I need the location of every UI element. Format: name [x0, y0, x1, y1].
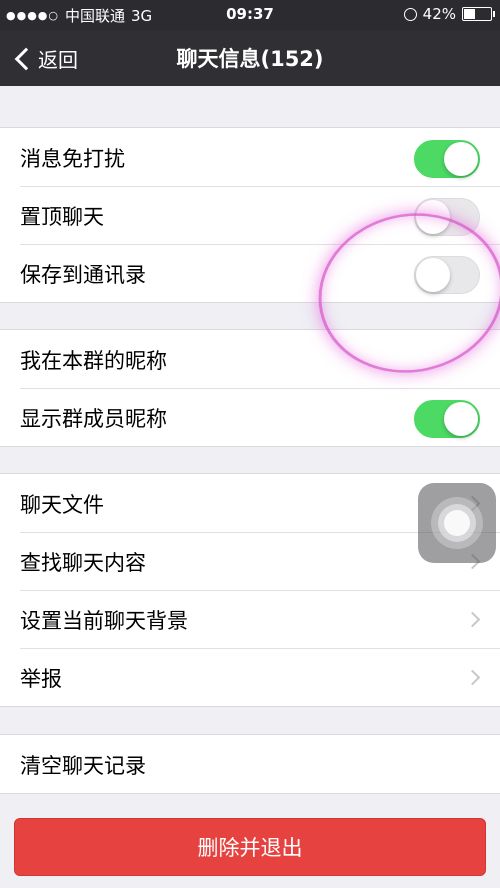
settings-group-2: 我在本群的昵称 显示群成员昵称: [0, 329, 500, 447]
report-row[interactable]: 举报: [0, 648, 500, 706]
mute-label: 消息免打扰: [20, 147, 125, 171]
clear-history-row[interactable]: 清空聊天记录: [0, 735, 500, 793]
pin-toggle[interactable]: [414, 198, 480, 236]
show-nicknames-toggle[interactable]: [414, 400, 480, 438]
search-chat-label: 查找聊天内容: [20, 551, 146, 575]
mute-row[interactable]: 消息免打扰: [0, 128, 500, 186]
mute-toggle[interactable]: [414, 140, 480, 178]
battery-icon: [462, 7, 495, 21]
navigation-bar: 返回 聊天信息(152): [0, 30, 500, 86]
pin-label: 置顶聊天: [20, 205, 104, 229]
chat-background-label: 设置当前聊天背景: [20, 609, 188, 633]
chat-background-row[interactable]: 设置当前聊天背景: [0, 590, 500, 648]
page-title: 聊天信息(152): [176, 47, 324, 71]
assistive-touch-button[interactable]: [418, 483, 496, 563]
chevron-right-icon: [464, 611, 481, 628]
battery-percent: 42%: [422, 5, 456, 23]
report-label: 举报: [20, 667, 62, 691]
settings-group-4: 清空聊天记录: [0, 734, 500, 794]
group-nickname-row[interactable]: 我在本群的昵称: [0, 330, 500, 388]
delete-and-exit-button[interactable]: 删除并退出: [14, 818, 486, 876]
show-nicknames-row[interactable]: 显示群成员昵称: [0, 388, 500, 446]
save-contacts-row[interactable]: 保存到通讯录: [0, 244, 500, 302]
show-nicknames-label: 显示群成员昵称: [20, 407, 167, 431]
save-contacts-label: 保存到通讯录: [20, 263, 146, 287]
settings-group-1: 消息免打扰 置顶聊天 保存到通讯录: [0, 127, 500, 303]
status-right: 42%: [403, 5, 495, 23]
save-contacts-toggle[interactable]: [414, 256, 480, 294]
group-nickname-label: 我在本群的昵称: [20, 349, 167, 373]
chevron-right-icon: [464, 669, 481, 686]
clear-history-label: 清空聊天记录: [20, 754, 146, 778]
chat-files-label: 聊天文件: [20, 493, 104, 517]
rotation-lock-icon: [403, 7, 417, 21]
pin-row[interactable]: 置顶聊天: [0, 186, 500, 244]
status-bar: ●●●●○ 中国联通 3G 09:37 42%: [0, 0, 500, 30]
